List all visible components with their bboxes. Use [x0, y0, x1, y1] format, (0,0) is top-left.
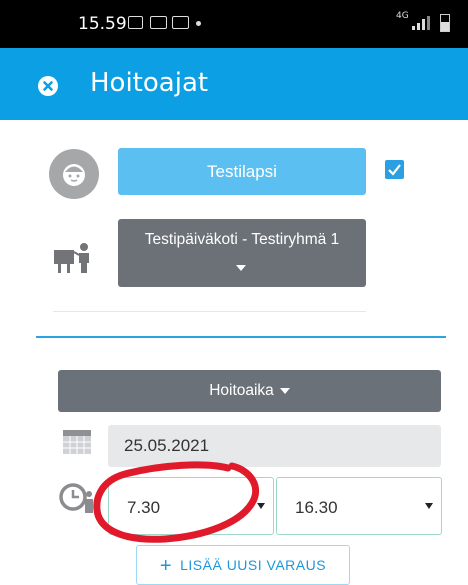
- classroom-icon: [54, 243, 89, 273]
- child-select-button[interactable]: Testilapsi: [118, 148, 366, 195]
- date-field[interactable]: 25.05.2021: [108, 425, 441, 467]
- sim-notification-icon: [150, 16, 167, 29]
- divider: [53, 311, 366, 312]
- network-type: 4G: [396, 11, 409, 21]
- section-divider: [36, 336, 446, 338]
- page-title: Hoitoajat: [90, 68, 209, 98]
- add-reservation-button[interactable]: + LISÄÄ UUSI VARAUS: [136, 545, 350, 585]
- dropdown-arrow-icon: [425, 503, 433, 509]
- battery-icon: [440, 14, 450, 32]
- group-select-button[interactable]: Testipäiväkoti - Testiryhmä 1: [118, 219, 366, 287]
- start-time-value: 7.30: [127, 498, 161, 517]
- app-notification-icon: [172, 16, 189, 29]
- caret-down-icon: [279, 387, 290, 394]
- status-time: 15.59: [78, 14, 127, 34]
- child-checkbox[interactable]: [385, 160, 404, 179]
- care-time-label: Hoitoaika: [209, 382, 274, 399]
- dropdown-arrow-icon: [257, 503, 265, 509]
- start-time-select[interactable]: 7.30: [108, 477, 274, 535]
- clock-person-icon: [59, 483, 93, 513]
- status-bar: 15.59 4G: [0, 0, 468, 48]
- end-time-value: 16.30: [295, 498, 338, 517]
- more-notifications-icon: [196, 21, 201, 26]
- group-label: Testipäiväkoti - Testiryhmä 1: [144, 231, 340, 248]
- calendar-icon: [63, 430, 91, 454]
- child-face-icon: [49, 149, 99, 199]
- end-time-select[interactable]: 16.30: [276, 477, 442, 535]
- gallery-notification-icon: [128, 16, 143, 29]
- app-bar: Hoitoajat: [0, 48, 468, 120]
- checkmark-icon: [388, 164, 401, 176]
- close-circle-icon[interactable]: [38, 76, 58, 96]
- signal-icon: [412, 16, 430, 30]
- caret-down-icon: [236, 265, 246, 271]
- plus-icon: +: [159, 555, 173, 577]
- care-time-dropdown[interactable]: Hoitoaika: [58, 370, 441, 412]
- add-reservation-label: LISÄÄ UUSI VARAUS: [180, 557, 327, 573]
